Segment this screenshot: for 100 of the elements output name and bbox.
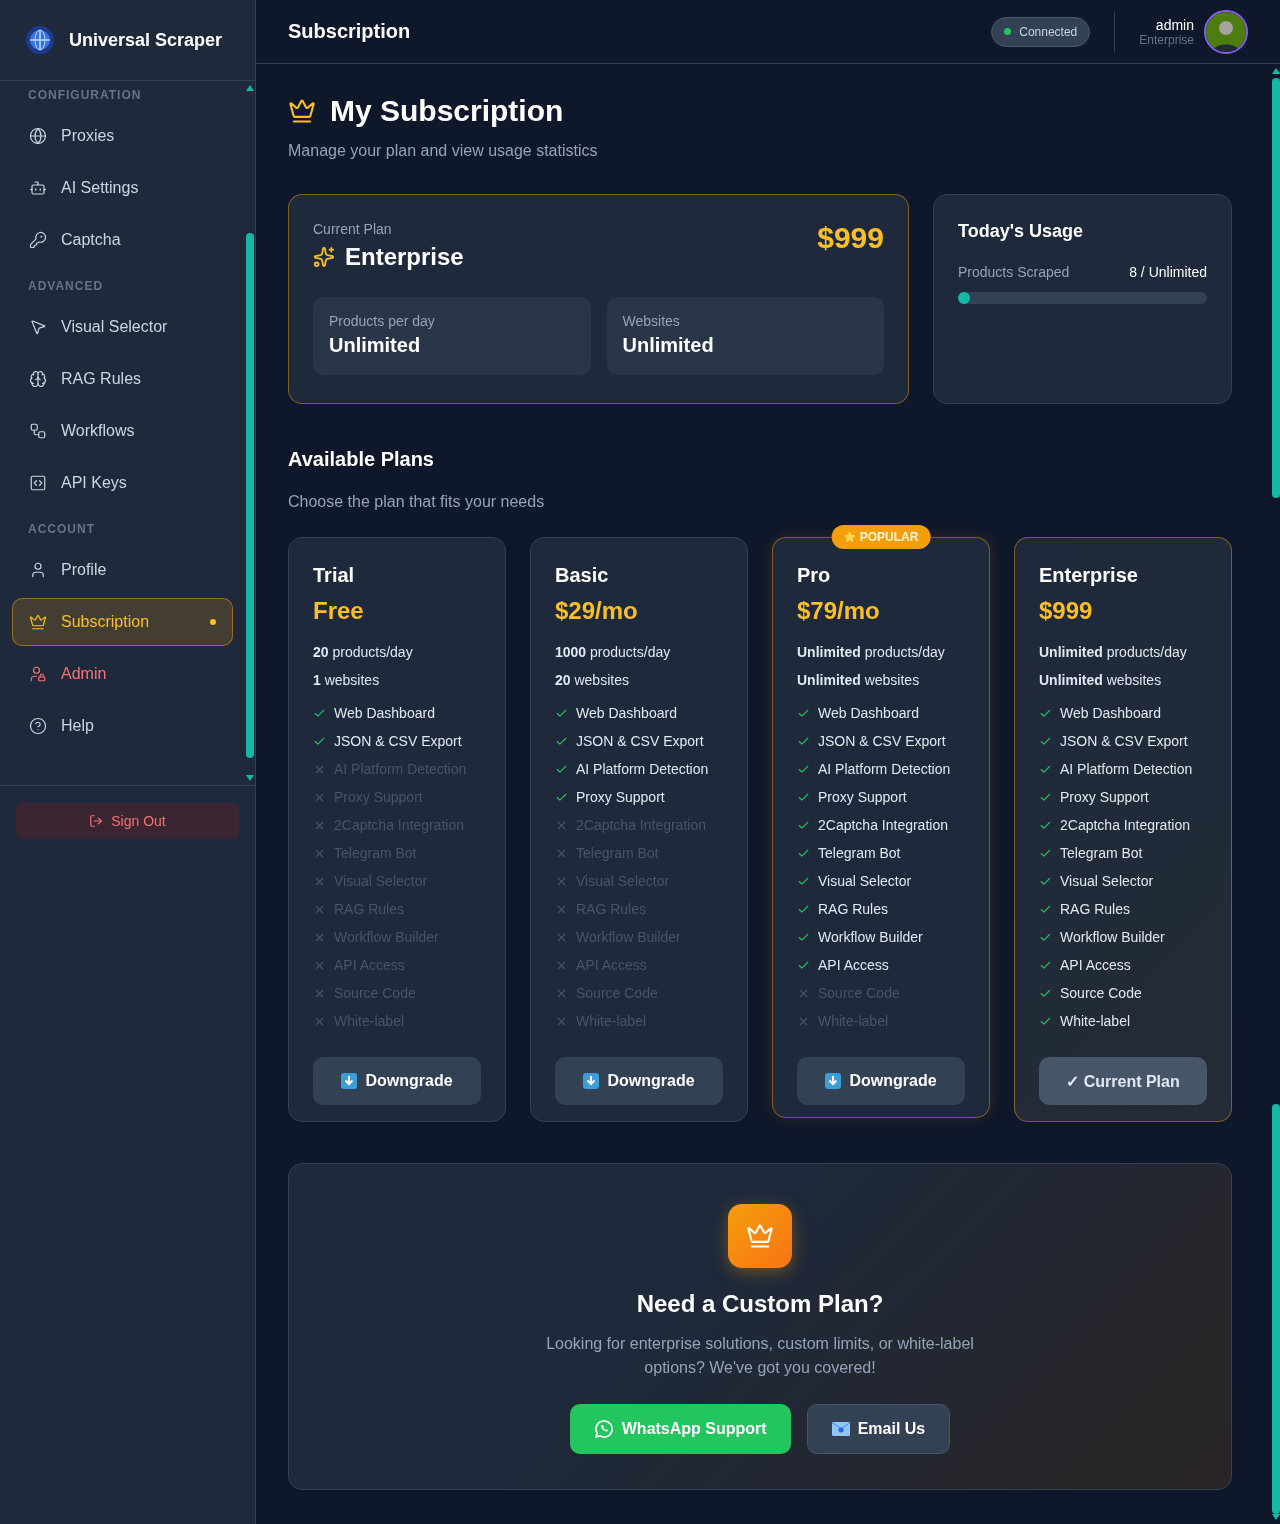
feature-item: 2Captcha Integration — [797, 811, 965, 839]
crown-icon — [29, 613, 47, 631]
feature-item: API Access — [1039, 951, 1207, 979]
plan-name: Basic — [555, 564, 610, 587]
key-icon — [29, 231, 47, 249]
nav-item[interactable]: Admin — [12, 650, 233, 698]
brain-icon — [29, 370, 47, 388]
nav-item[interactable]: Workflows — [12, 407, 233, 455]
page-title: My Subscription — [330, 94, 564, 128]
avatar[interactable] — [1204, 9, 1248, 54]
feature-item: API Access — [797, 951, 965, 979]
download-icon — [341, 1073, 358, 1089]
feature-item: Proxy Support — [1039, 783, 1207, 811]
user-plan: Enterprise — [1139, 32, 1194, 47]
downgrade-button[interactable]: Downgrade — [555, 1057, 723, 1105]
help-icon — [29, 717, 47, 735]
nav-item[interactable]: Visual Selector — [12, 303, 233, 351]
feature-item: JSON & CSV Export — [797, 727, 965, 755]
crown-icon — [746, 1222, 774, 1250]
app-name: Universal Scraper — [69, 29, 223, 51]
plan-limit: Unlimited websites — [1039, 671, 1163, 689]
custom-plan-title: Need a Custom Plan? — [636, 1290, 884, 1318]
scrollbar-thumb[interactable] — [1272, 1104, 1280, 1514]
feature-item: Telegram Bot — [797, 839, 965, 867]
feature-item: JSON & CSV Export — [1039, 727, 1207, 755]
feature-item: Telegram Bot — [1039, 839, 1207, 867]
custom-plan-text: Looking for enterprise solutions, custom limits, or white-label options? We've got you covered! — [545, 1334, 975, 1378]
code-icon — [29, 474, 47, 492]
stat-value: Unlimited — [622, 334, 715, 357]
user-lock-icon — [29, 665, 47, 683]
feature-item: Web Dashboard — [797, 699, 965, 727]
nav-item[interactable]: API Keys — [12, 459, 233, 507]
envelope-icon — [831, 1422, 850, 1436]
header-title: Subscription — [288, 20, 412, 43]
downgrade-button[interactable]: Downgrade — [313, 1057, 481, 1105]
usage-reading: 8 / Unlimited — [1129, 264, 1207, 280]
nav-item[interactable]: RAG Rules — [12, 355, 233, 403]
star-icon — [843, 531, 856, 543]
feature-item: Web Dashboard — [313, 699, 481, 727]
nav-item[interactable]: Subscription — [12, 598, 233, 646]
downgrade-button[interactable]: Downgrade — [797, 1057, 965, 1105]
email-button[interactable]: Email Us — [806, 1404, 951, 1454]
sign-out-button[interactable]: Sign Out — [16, 803, 239, 839]
current-plan-button[interactable]: ✓ Current Plan — [1039, 1057, 1207, 1105]
usage-title: Today's Usage — [958, 221, 1084, 242]
feature-item: Proxy Support — [797, 783, 965, 811]
plan-limit: 20 products/day — [313, 643, 414, 661]
feature-item: 2Captcha Integration — [1039, 811, 1207, 839]
feature-item: Proxy Support — [555, 783, 723, 811]
nav-item[interactable]: Profile — [12, 546, 233, 594]
sparkles-icon — [313, 246, 335, 268]
feature-item: Workflow Builder — [1039, 923, 1207, 951]
scroll-down-icon[interactable] — [1272, 1514, 1280, 1520]
feature-item: Web Dashboard — [555, 699, 723, 727]
chat-bubble-icon — [593, 1419, 614, 1439]
scroll-up-icon[interactable] — [246, 85, 254, 91]
active-dot — [210, 619, 216, 625]
feature-item: Source Code — [1039, 979, 1207, 1007]
section-title: Available Plans — [288, 448, 435, 471]
popular-badge: POPULAR — [831, 525, 931, 549]
feature-item: JSON & CSV Export — [555, 727, 723, 755]
feature-item: Web Dashboard — [1039, 699, 1207, 727]
scroll-down-icon[interactable] — [246, 775, 254, 781]
user-name: admin — [1155, 16, 1194, 33]
plan-limit: 1000 products/day — [555, 643, 672, 661]
plan-price: $999 — [1039, 597, 1094, 625]
plan-price: Free — [313, 597, 365, 625]
plan-name: Pro — [797, 564, 832, 587]
plan-name: Enterprise — [1039, 564, 1139, 587]
nav-item[interactable]: Captcha — [12, 216, 233, 264]
feature-item: AI Platform Detection — [555, 755, 723, 783]
current-plan-label: Current Plan — [313, 221, 393, 237]
connection-status: Connected — [991, 16, 1091, 47]
section-label: ADVANCED — [27, 278, 105, 295]
download-icon — [825, 1073, 842, 1089]
feature-item: Visual Selector — [1039, 867, 1207, 895]
usage-label: Products Scraped — [958, 264, 1070, 280]
stat-value: Unlimited — [329, 334, 422, 357]
page-subtitle: Manage your plan and view usage statistics — [288, 142, 599, 160]
plan-name: Trial — [313, 564, 356, 587]
nav-item[interactable]: Proxies — [12, 112, 233, 160]
workflow-icon — [29, 422, 47, 440]
nav-item[interactable]: AI Settings — [12, 164, 233, 212]
scrollbar-thumb[interactable] — [1272, 78, 1280, 498]
user-icon — [29, 561, 47, 579]
feature-item: AI Platform Detection — [797, 755, 965, 783]
plan-price: $79/mo — [797, 597, 881, 625]
plan-limit: 1 websites — [313, 671, 381, 689]
feature-item: RAG Rules — [797, 895, 965, 923]
section-label: ACCOUNT — [27, 521, 96, 538]
globe-logo-icon — [25, 25, 55, 55]
section-label: CONFIGURATION — [27, 87, 143, 104]
robot-icon — [29, 179, 47, 197]
scrollbar-thumb[interactable] — [246, 233, 254, 758]
plan-limit: Unlimited websites — [797, 671, 921, 689]
feature-item: RAG Rules — [1039, 895, 1207, 923]
logout-icon — [89, 814, 104, 828]
feature-item: JSON & CSV Export — [313, 727, 481, 755]
nav-item[interactable]: Help — [12, 702, 233, 750]
plan-limit: 20 websites — [555, 671, 630, 689]
